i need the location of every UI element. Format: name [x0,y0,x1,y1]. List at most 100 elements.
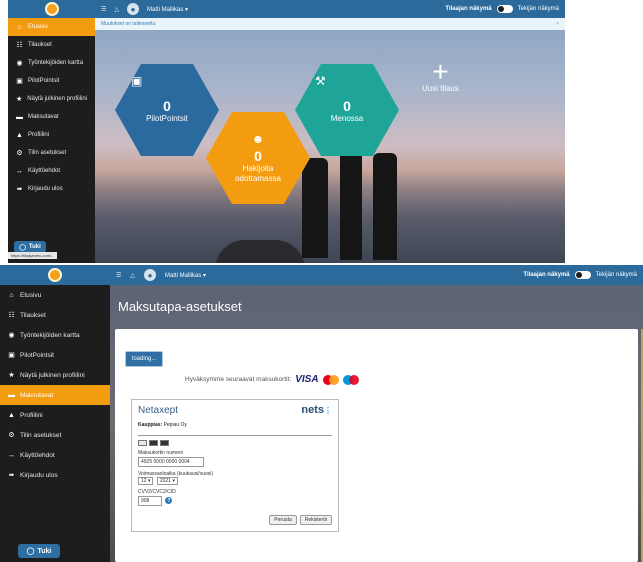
sidebar-item-orders[interactable]: ☷ Tilaukset [8,36,95,54]
sidebar: ⌂ Etusivu ☷ Tilaukset ◉ Työntekijöiden kartta… [8,0,95,263]
pilotpoints-icon: ▣ [8,352,15,359]
cvv-input[interactable]: 908 [138,496,162,506]
cvv-field: CVV2/CVC2/CID 908 ? [132,485,338,506]
bell-icon[interactable]: △ [114,6,119,13]
hammer-icon: ⚒ [315,74,326,88]
sidebar-item-logout[interactable]: ➠ Kirjaudu ulos [8,180,95,198]
sidebar-item-user[interactable]: ▲ Profiilini [8,126,95,144]
sidebar-item-star[interactable]: ★ Näytä julkinen profiilini [8,90,95,108]
help-label: Tuki [28,244,41,250]
view-toggle[interactable] [574,271,591,279]
gear-icon: ⚙ [8,432,15,439]
card-number-field: Maksukortin numero 4925 0000 0000 0004 [132,446,338,467]
star-icon: ★ [8,372,15,379]
sidebar: ⌂ Etusivu ☷ Tilaukset ◉ Työntekijöiden kartta… [0,265,110,562]
sidebar-item-handshake[interactable]: ↔ Käyttöehdot [0,445,110,465]
sidebar-item-label: Tilin asetukset [28,150,67,156]
sidebar-item-label: Etusivu [28,24,48,30]
sidebar-item-payment[interactable]: ▬ Maksutavat [8,108,95,126]
expiry-year-value: 2021 [159,478,171,484]
sidebar-item-home[interactable]: ⌂ Etusivu [0,285,110,305]
sidebar-item-label: Maksutavat [28,114,59,120]
register-button[interactable]: Rekisteröi [299,515,332,525]
map-marker-icon: ◉ [8,332,15,339]
menu-icon[interactable]: ☰ [101,6,106,13]
visa-logo: VISA [295,374,319,385]
new-order-button[interactable]: + Uusi tilaus [422,56,459,94]
menu-icon[interactable]: ☰ [116,272,121,279]
accepted-cards-text: Hyväksymme seuraavat maksukortit: [185,376,292,383]
expiry-month-value: 12 [141,478,147,484]
sidebar-item-pilotpoints[interactable]: ▣ PilotPointsit [8,72,95,90]
avatar[interactable]: ● [144,269,157,281]
worker-view-label: Tekijän näkymä [517,6,559,12]
card-number-input[interactable]: 4925 0000 0000 0004 [138,457,204,467]
sidebar-item-gear[interactable]: ⚙ Tilin asetukset [8,144,95,162]
applicants-tile[interactable]: ☻ 0 Hakijoita odottamassa [206,112,310,204]
maestro-logo [342,374,359,385]
seller-line: Kauppias: Pepiau Oy [132,416,338,428]
avatar[interactable]: ● [127,3,140,15]
seller-label: Kauppias: [138,422,163,428]
cancel-button[interactable]: Peruuta [269,515,297,525]
pilotpoints-tile[interactable]: ▣ 0 PilotPointsit [115,64,219,156]
sidebar-item-label: PilotPointsit [20,351,54,359]
expiry-field: Voimassaoloaika (kuukausi/vuosi) 12 ▾ 20… [132,467,338,485]
help-button[interactable]: ◯ Tuki [18,544,60,558]
sidebar-item-star[interactable]: ★ Näytä julkinen profiilini [0,365,110,385]
applicants-count: 0 [254,148,262,164]
sidebar-item-map-marker[interactable]: ◉ Työntekijöiden kartta [0,325,110,345]
cvv-label: CVV2/CVC2/CID [138,489,176,495]
nets-logo-text: nets [301,404,324,416]
sidebar-item-label: Tilaukset [20,311,46,319]
chat-icon: ◯ [19,244,26,251]
sidebar-item-label: Näytä julkinen profiilini [27,96,87,102]
sidebar-item-label: Näytä julkinen profiilini [20,371,85,379]
sidebar-item-label: Profiilini [28,132,50,138]
sidebar-item-handshake[interactable]: ↔ Käyttöehdot [8,162,95,180]
logo-icon [48,268,62,282]
user-menu[interactable]: Matti Mallikas ▾ [147,6,188,13]
mastercard-card-icon [149,440,158,446]
user-menu[interactable]: Matti Mallikas ▾ [165,272,206,279]
sidebar-item-label: Tilaukset [28,42,52,48]
sidebar-item-orders[interactable]: ☷ Tilaukset [0,305,110,325]
pilotpoints-icon: ▣ [16,78,23,85]
mastercard-logo [322,374,339,385]
expiry-year-select[interactable]: 2021 ▾ [156,477,178,485]
sidebar-item-label: Käyttöehdot [20,451,55,459]
maestro-card-icon [160,440,169,446]
sidebar-item-map-marker[interactable]: ◉ Työntekijöiden kartta [8,54,95,72]
payment-card-panel: loading... Hyväksymme seuraavat maksukor… [115,329,638,562]
view-toggle[interactable] [496,5,513,13]
sidebar-item-logout[interactable]: ➠ Kirjaudu ulos [0,465,110,485]
sidebar-item-label: PilotPointsit [28,78,60,84]
sidebar-item-payment[interactable]: ▬ Maksutavat [0,385,110,405]
sidebar-item-pilotpoints[interactable]: ▣ PilotPointsit [0,345,110,365]
sidebar-item-label: Työntekijöiden kartta [20,331,80,339]
logo-icon [44,2,59,16]
logout-icon: ➠ [16,186,23,193]
sidebar-item-home[interactable]: ⌂ Etusivu [8,18,95,36]
user-name: Matti Mallikas [147,6,184,13]
bell-icon[interactable]: △ [130,272,135,279]
payment-settings-screenshot: ⌂ Etusivu ☷ Tilaukset ◉ Työntekijöiden kartta… [0,265,643,562]
sidebar-item-user[interactable]: ▲ Profiilini [0,405,110,425]
close-icon[interactable]: × [556,21,559,27]
page-title: Maksutapa-asetukset [118,299,242,314]
logout-icon: ➠ [8,472,15,479]
expiry-month-select[interactable]: 12 ▾ [138,477,154,485]
app-logo[interactable] [0,265,110,285]
in-progress-tile[interactable]: ⚒ 0 Menossa [295,64,399,156]
handshake-icon: ↔ [16,167,23,175]
loading-button[interactable]: loading... [125,351,164,367]
question-icon[interactable]: ? [165,497,173,505]
user-icon: ▲ [8,411,15,419]
visa-card-icon [138,440,147,446]
map-marker-icon: ◉ [16,60,23,67]
sidebar-item-gear[interactable]: ⚙ Tilin asetukset [0,425,110,445]
chat-icon: ◯ [26,548,35,555]
plus-icon: + [432,56,449,87]
sidebar-item-label: Kirjaudu ulos [28,186,63,192]
app-logo[interactable] [8,0,95,18]
